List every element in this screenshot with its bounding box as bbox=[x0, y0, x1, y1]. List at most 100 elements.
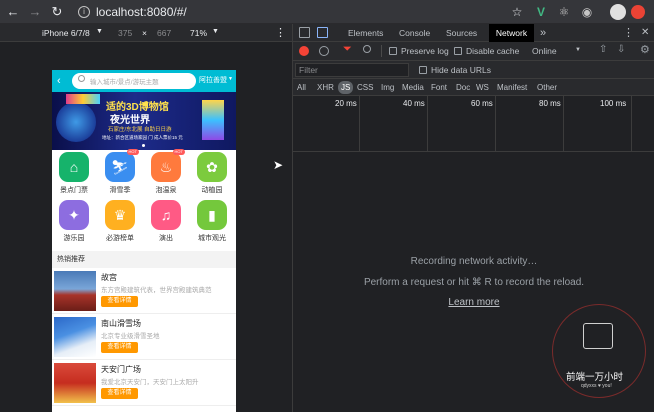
grid-line bbox=[427, 96, 428, 152]
back-icon[interactable]: ← bbox=[4, 3, 22, 21]
height-field[interactable]: 667 bbox=[157, 28, 171, 38]
profile-avatar[interactable] bbox=[610, 4, 626, 20]
item-desc: 北京专业级滑雪圣地 bbox=[101, 333, 160, 340]
grid-line bbox=[359, 96, 360, 152]
chevron-down-icon: ▼ bbox=[575, 47, 581, 53]
page-header: ‹ 输入城市/景点/游玩主题 阿拉善盟 ▼ bbox=[52, 70, 236, 92]
type-filter-ws[interactable]: WS bbox=[476, 79, 489, 96]
divider bbox=[381, 45, 382, 57]
type-filter-media[interactable]: Media bbox=[402, 79, 424, 96]
list-item[interactable]: 故宫 东方宫殿建筑代表，世界宫殿建筑典范 查看详情 bbox=[52, 268, 236, 314]
close-icon[interactable]: ✕ bbox=[641, 24, 649, 42]
category-label: 泡温泉 bbox=[155, 187, 177, 194]
category-item[interactable]: ✦ 游乐园 bbox=[54, 200, 94, 243]
type-filter-doc[interactable]: Doc bbox=[456, 79, 470, 96]
filter-icon[interactable]: ⏷ bbox=[343, 43, 352, 56]
type-filter-xhr[interactable]: XHR bbox=[317, 79, 334, 96]
banner-line-2: 夜光世界 bbox=[110, 115, 150, 126]
info-icon[interactable]: i bbox=[78, 6, 90, 18]
category-label: 游乐园 bbox=[63, 235, 85, 242]
promo-banner[interactable]: 适的3D博物馆 夜光世界 石家庄/东北展 自助日日游 地址：新合区道场家园 门 … bbox=[52, 92, 236, 150]
category-label: 滑雪季 bbox=[109, 187, 131, 194]
item-desc: 东方宫殿建筑代表，世界宫殿建筑典范 bbox=[101, 287, 212, 294]
tab-sources[interactable]: Sources bbox=[446, 24, 477, 42]
download-icon[interactable]: ⇩ bbox=[617, 44, 625, 55]
search-input[interactable]: 输入城市/景点/游玩主题 bbox=[72, 73, 196, 89]
type-filter-font[interactable]: Font bbox=[431, 79, 447, 96]
category-icon: ♨ HOT bbox=[151, 149, 185, 182]
address-bar[interactable]: localhost:8080/#/ bbox=[96, 3, 187, 21]
category-item[interactable]: ✿ 动植园 bbox=[192, 152, 232, 195]
reload-icon[interactable]: ↻ bbox=[48, 3, 66, 21]
section-title: 热销推荐 bbox=[52, 251, 236, 268]
filter-input[interactable]: Filter bbox=[295, 63, 409, 77]
forward-icon[interactable]: → bbox=[26, 3, 44, 21]
grid-line bbox=[495, 96, 496, 152]
category-label: 演出 bbox=[159, 235, 173, 242]
type-filter-css[interactable]: CSS bbox=[357, 79, 373, 96]
type-filter-other[interactable]: Other bbox=[537, 79, 557, 96]
type-filter-all[interactable]: All bbox=[297, 79, 306, 96]
clear-icon[interactable] bbox=[319, 46, 329, 56]
view-details-button[interactable]: 查看详情 bbox=[101, 342, 138, 353]
inspect-element-icon[interactable] bbox=[299, 27, 310, 38]
filter-bar: Filter Hide data URLs bbox=[293, 61, 654, 79]
globe-illustration bbox=[56, 102, 96, 142]
robot-logo bbox=[583, 323, 613, 349]
item-image bbox=[54, 363, 96, 403]
more-options-icon[interactable]: ⋮ bbox=[623, 24, 634, 42]
device-select[interactable]: iPhone 6/7/8 bbox=[42, 28, 90, 38]
chevron-down-icon: ▼ bbox=[228, 76, 233, 82]
view-details-button[interactable]: 查看详情 bbox=[101, 296, 138, 307]
hot-badge: HOT bbox=[172, 149, 185, 155]
back-arrow-icon[interactable]: ‹ bbox=[57, 73, 61, 89]
list-item[interactable]: 天安门广场 我爱北京天安门，天安门上太阳升 查看详情 bbox=[52, 360, 236, 406]
city-select-button[interactable]: 阿拉善盟 bbox=[199, 75, 227, 85]
category-item[interactable]: ♛ 必游榜单 bbox=[100, 200, 140, 243]
tab-elements[interactable]: Elements bbox=[348, 24, 383, 42]
hot-badge: HOT bbox=[126, 149, 139, 155]
type-filter-manifest[interactable]: Manifest bbox=[497, 79, 527, 96]
list-item[interactable]: 南山滑雪场 北京专业级滑雪圣地 查看详情 bbox=[52, 314, 236, 360]
network-toolbar: ⏷ Preserve log Disable cache Online ▼ ⇧ … bbox=[293, 42, 654, 61]
update-icon[interactable] bbox=[631, 5, 645, 19]
more-options-icon[interactable]: ⋮ bbox=[275, 26, 286, 39]
item-desc: 我爱北京天安门，天安门上太阳升 bbox=[101, 379, 199, 386]
category-item[interactable]: ⛷ HOT 滑雪季 bbox=[100, 149, 140, 195]
mobile-page: ‹ 输入城市/景点/游玩主题 阿拉善盟 ▼ 适的3D博物馆 夜光世界 石家庄/东… bbox=[52, 70, 236, 412]
search-icon[interactable] bbox=[363, 45, 371, 53]
item-title: 天安门广场 bbox=[101, 365, 141, 374]
vue-devtools-icon[interactable]: V bbox=[532, 3, 550, 21]
category-label: 必游榜单 bbox=[106, 235, 134, 242]
type-filter-img[interactable]: Img bbox=[381, 79, 394, 96]
upload-icon[interactable]: ⇧ bbox=[599, 44, 607, 55]
device-mode-icon[interactable] bbox=[317, 27, 328, 38]
react-icon[interactable]: ⚛ bbox=[555, 3, 573, 21]
more-tabs-icon[interactable]: » bbox=[540, 24, 546, 42]
hide-data-urls-checkbox[interactable] bbox=[419, 66, 427, 74]
watermark-badge: 前端一万小时 qdyxxs ♥ you! bbox=[552, 304, 646, 398]
tab-network[interactable]: Network bbox=[489, 24, 534, 42]
throttling-select[interactable]: Online bbox=[532, 46, 557, 56]
carousel-dot[interactable] bbox=[142, 144, 145, 147]
category-item[interactable]: ▮ 城市观光 bbox=[192, 200, 232, 243]
tab-console[interactable]: Console bbox=[399, 24, 430, 42]
extension-icon[interactable]: ◉ bbox=[578, 3, 596, 21]
mouse-cursor-icon: ➤ bbox=[273, 158, 284, 172]
type-filter-js[interactable]: JS bbox=[338, 81, 354, 94]
category-item[interactable]: ♨ HOT 泡温泉 bbox=[146, 149, 186, 195]
bookmark-star-icon[interactable]: ☆ bbox=[508, 3, 526, 21]
record-icon[interactable] bbox=[299, 46, 309, 56]
tick-label: 100 ms bbox=[600, 99, 627, 108]
device-toolbar: iPhone 6/7/8 ▼ 375 × 667 71% ▼ ⋮ bbox=[0, 24, 292, 42]
view-details-button[interactable]: 查看详情 bbox=[101, 388, 138, 399]
width-field[interactable]: 375 bbox=[118, 28, 132, 38]
gear-icon[interactable]: ⚙ bbox=[640, 43, 650, 56]
category-item[interactable]: ⌂ 景点门票 bbox=[54, 152, 94, 195]
recording-message: Recording network activity… bbox=[410, 256, 538, 267]
zoom-select[interactable]: 71% bbox=[190, 28, 207, 38]
item-image bbox=[54, 271, 96, 311]
disable-cache-checkbox[interactable] bbox=[454, 47, 462, 55]
category-item[interactable]: ♫ 演出 bbox=[146, 200, 186, 243]
preserve-log-checkbox[interactable] bbox=[389, 47, 397, 55]
